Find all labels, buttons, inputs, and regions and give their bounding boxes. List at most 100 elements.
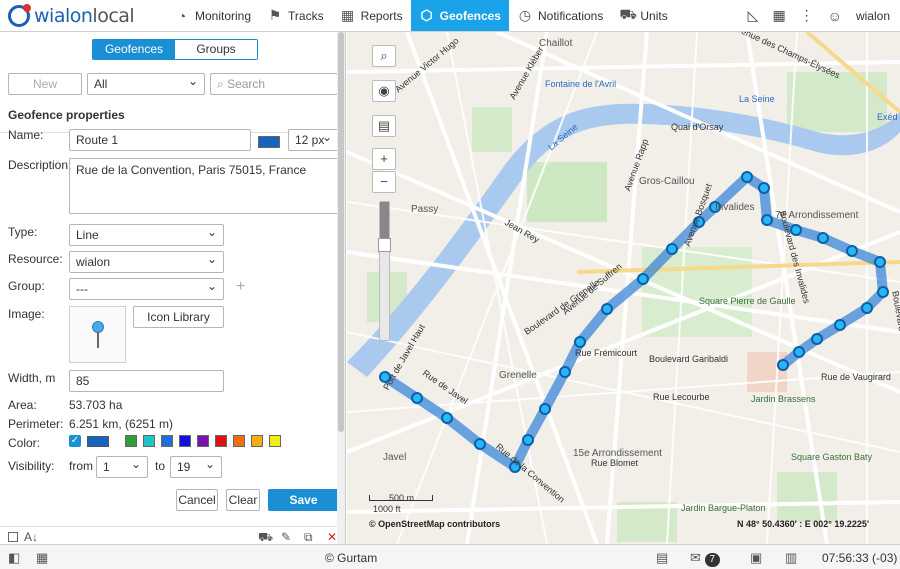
route-vertex[interactable] <box>474 438 486 450</box>
clear-button[interactable]: Clear <box>226 489 260 511</box>
zoom-in-button[interactable]: + <box>372 148 396 170</box>
add-group-icon[interactable]: + <box>236 278 245 296</box>
map-label-garibaldi: Boulevard Garibaldi <box>649 354 729 364</box>
palette-swatch[interactable] <box>161 435 173 447</box>
route-vertex[interactable] <box>811 333 823 345</box>
route-vertex[interactable] <box>758 182 770 194</box>
nav-reports[interactable]: ▦ Reports <box>332 0 411 31</box>
log-icon[interactable]: ▤ <box>656 550 668 566</box>
nav-tracks[interactable]: ⚑ Tracks <box>259 0 332 31</box>
map-view[interactable]: Chaillot Fontaine de l'Avril La Seine La… <box>347 32 900 544</box>
zoom-slider[interactable] <box>378 201 391 341</box>
route-vertex[interactable] <box>574 336 586 348</box>
route-vertex[interactable] <box>441 412 453 424</box>
group-select[interactable]: --- <box>69 276 224 300</box>
route-vertex[interactable] <box>637 273 649 285</box>
palette-swatch[interactable] <box>179 435 191 447</box>
route-vertex[interactable] <box>834 319 846 331</box>
map-scale: 500 m 1000 ft <box>369 493 433 514</box>
width-field[interactable]: 85 <box>69 370 224 392</box>
color-label: Color: <box>8 436 41 450</box>
visibility-to-select[interactable]: 19 <box>170 454 222 478</box>
main-nav: ◔ Monitoring ⚑ Tracks ▦ Reports ⬡ Geofences … <box>166 0 676 31</box>
map-layers-control[interactable]: ▤ <box>372 115 396 137</box>
grid-icon[interactable]: ▦ <box>36 550 48 566</box>
cancel-button[interactable]: Cancel <box>176 489 218 511</box>
route-vertex[interactable] <box>741 171 753 183</box>
nav-geofences-label: Geofences <box>439 8 501 23</box>
route-vertex[interactable] <box>777 359 789 371</box>
nav-units[interactable]: ⛟ Units <box>611 0 675 31</box>
nav-monitoring[interactable]: ◔ Monitoring <box>166 0 259 31</box>
map-attribution[interactable]: © OpenStreetMap contributors <box>369 519 500 529</box>
route-vertex[interactable] <box>877 286 889 298</box>
color-selected-swatch[interactable] <box>87 436 109 447</box>
nav-geofences[interactable]: ⬡ Geofences <box>410 0 509 31</box>
palette-swatch[interactable] <box>233 435 245 447</box>
filter-row: New All ⌕ Search <box>8 71 338 95</box>
line-width-select[interactable]: 12 px <box>288 127 339 151</box>
search-input[interactable]: ⌕ Search <box>210 73 338 95</box>
route-vertex[interactable] <box>559 366 571 378</box>
filter-select[interactable]: All <box>87 71 205 95</box>
palette-swatch[interactable] <box>197 435 209 447</box>
visibility-from-select[interactable]: 1 <box>96 454 148 478</box>
resource-select[interactable]: wialon <box>69 249 224 273</box>
type-select[interactable]: Line <box>69 222 224 246</box>
panel-scrollbar[interactable] <box>337 32 345 544</box>
route-vertex[interactable] <box>601 303 613 315</box>
apps-grid-icon[interactable]: ▦ <box>772 7 785 24</box>
book-icon[interactable]: ▥ <box>785 550 797 566</box>
logo-mark-icon <box>8 3 31 27</box>
route-vertex[interactable] <box>861 302 873 314</box>
panel-toggle-icon[interactable]: ◧ <box>8 550 20 566</box>
perimeter-label: Perimeter: <box>8 417 64 431</box>
select-all-checkbox[interactable] <box>8 532 18 542</box>
delete-icon[interactable]: ✕ <box>327 530 337 544</box>
route-vertex[interactable] <box>411 392 423 404</box>
map-layers-visibility-control[interactable]: ◉ <box>372 80 396 102</box>
route-vertex[interactable] <box>761 214 773 226</box>
palette-swatch[interactable] <box>125 435 137 447</box>
map-search-control[interactable]: ⌕ <box>372 45 396 67</box>
route-vertex[interactable] <box>793 346 805 358</box>
route-vertex[interactable] <box>874 256 886 268</box>
description-field[interactable]: Rue de la Convention, Paris 75015, Franc… <box>69 158 339 214</box>
ruler-icon[interactable]: ◺ <box>748 7 759 24</box>
line-color-picker[interactable] <box>258 134 280 148</box>
zoom-slider-handle[interactable] <box>378 238 391 252</box>
user-icon[interactable]: ☺ <box>828 8 842 24</box>
scale-feet: 1000 ft <box>373 504 401 514</box>
icon-library-button[interactable]: Icon Library <box>133 306 224 328</box>
route-vertex[interactable] <box>539 403 551 415</box>
image-icon[interactable]: ▣ <box>750 550 762 566</box>
description-label: Description: <box>8 158 72 172</box>
palette-swatch[interactable] <box>251 435 263 447</box>
sort-az-icon[interactable]: A↓ <box>24 530 38 544</box>
tools-icon[interactable]: ✎ <box>281 530 291 544</box>
type-label: Type: <box>8 225 38 239</box>
route-vertex[interactable] <box>846 245 858 257</box>
tab-groups[interactable]: Groups <box>175 40 257 59</box>
route-vertex[interactable] <box>666 243 678 255</box>
nav-notifications[interactable]: ◷ Notifications <box>509 0 611 31</box>
more-menu-icon[interactable]: ⋮ <box>800 7 814 24</box>
tab-geofences[interactable]: Geofences <box>93 40 175 59</box>
color-enabled-checkbox[interactable]: ✓ <box>69 435 81 447</box>
copy-icon[interactable]: ⧉ <box>304 530 313 545</box>
zoom-out-button[interactable]: − <box>372 171 396 193</box>
route-vertex[interactable] <box>522 434 534 446</box>
palette-swatch[interactable] <box>215 435 227 447</box>
messages-icon[interactable]: ✉ 7 <box>690 550 721 567</box>
save-button[interactable]: Save <box>268 489 339 511</box>
new-button[interactable]: New <box>8 73 82 95</box>
geofence-image[interactable] <box>69 306 126 363</box>
route-vertex[interactable] <box>817 232 829 244</box>
name-field[interactable]: Route 1 <box>69 129 251 151</box>
palette-swatch[interactable] <box>269 435 281 447</box>
palette-swatch[interactable] <box>143 435 155 447</box>
user-name[interactable]: wialon <box>856 9 890 23</box>
app-logo[interactable]: wialonlocal <box>0 0 166 31</box>
geofence-icon: ⬡ <box>420 7 433 23</box>
map-label-quai-orsay: Quai d'Orsay <box>671 122 724 132</box>
